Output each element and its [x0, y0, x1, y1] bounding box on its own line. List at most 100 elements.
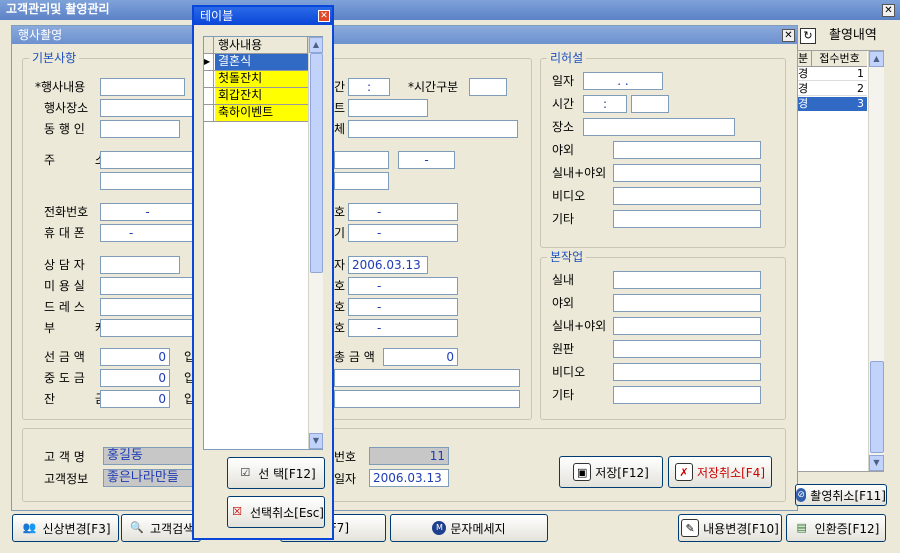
- deposit-field[interactable]: 0: [100, 348, 170, 366]
- label-mobile: 휴 대 폰: [44, 226, 85, 240]
- companion-field[interactable]: [100, 120, 180, 138]
- phone-field[interactable]: -: [100, 203, 195, 221]
- label-companion: 동 행 인: [44, 122, 85, 136]
- sms-label: 문자메세지: [450, 521, 506, 536]
- cancel-shoot-button[interactable]: ⊘ 촬영취소[F11]: [795, 484, 887, 506]
- popup-row-selected[interactable]: ▶ 결혼식: [204, 54, 308, 71]
- mobile-field[interactable]: -: [100, 224, 195, 242]
- m-inout-field[interactable]: [613, 317, 761, 335]
- history-cell-a: 경: [798, 97, 809, 110]
- history-cell-a: 경: [798, 67, 809, 80]
- history-row-selected[interactable]: 경3: [798, 97, 867, 111]
- label-middle: 중 도 금: [44, 371, 85, 385]
- bouquet-field[interactable]: [100, 319, 195, 337]
- addr-zip-field-2[interactable]: -: [398, 151, 455, 169]
- customer-info-field: 좋은나라만들: [103, 469, 193, 487]
- customer-date-field[interactable]: 2006.03.13: [369, 469, 449, 487]
- print-button[interactable]: ▤ 인환증[F12]: [786, 514, 886, 542]
- popup-row[interactable]: 회갑잔치: [204, 88, 308, 105]
- r-video-field[interactable]: [613, 187, 761, 205]
- scroll-down-icon[interactable]: ▼: [869, 455, 884, 471]
- save-button[interactable]: ▣ 저장[F12]: [559, 456, 663, 488]
- change-product-button[interactable]: 👥 신상변경[F3]: [12, 514, 119, 542]
- addr-zip-field[interactable]: [334, 151, 389, 169]
- main-work-group-title: 본작업: [547, 250, 587, 264]
- history-row[interactable]: 경1: [798, 67, 867, 81]
- history-cell-a: 경: [798, 82, 809, 95]
- row3-field[interactable]: [348, 120, 518, 138]
- m-indoor-field[interactable]: [613, 271, 761, 289]
- popup-deselect-button[interactable]: ☒ 선택취소[Esc]: [227, 496, 325, 528]
- in2-field[interactable]: [334, 390, 520, 408]
- r-mobile-field[interactable]: -: [348, 224, 458, 242]
- dress-field[interactable]: [100, 298, 195, 316]
- m-outdoor-field[interactable]: [613, 294, 761, 312]
- scroll-thumb[interactable]: [870, 361, 884, 453]
- popup-select-button[interactable]: ☑ 선 택[F12]: [227, 457, 325, 489]
- r-etc-field[interactable]: [613, 210, 761, 228]
- m-etc-field[interactable]: [613, 386, 761, 404]
- d1-field[interactable]: -: [348, 277, 458, 295]
- m-video-field[interactable]: [613, 363, 761, 381]
- m-original-field[interactable]: [613, 340, 761, 358]
- history-scrollbar[interactable]: ▲ ▼: [868, 51, 884, 471]
- label-counselor: 상 담 자: [44, 258, 85, 272]
- r-inout-field[interactable]: [613, 164, 761, 182]
- r-time-type-field[interactable]: [631, 95, 669, 113]
- d3-field[interactable]: -: [348, 319, 458, 337]
- popup-row[interactable]: 축하이벤트: [204, 105, 308, 122]
- r-phone-field[interactable]: -: [348, 203, 458, 221]
- event-field[interactable]: [100, 78, 185, 96]
- refresh-icon[interactable]: ↻: [800, 28, 816, 44]
- popup-scroll-down-icon[interactable]: ▼: [309, 433, 323, 449]
- address-field-2[interactable]: [100, 172, 195, 190]
- label-dress: 드 레 스: [44, 300, 85, 314]
- customer-search-button[interactable]: 🔍 고객검색: [121, 514, 201, 542]
- cancel-save-button[interactable]: ✗ 저장취소[F4]: [668, 456, 772, 488]
- change-product-label: 신상변경[F3]: [42, 521, 111, 536]
- cancel-shoot-icon: ⊘: [796, 488, 807, 502]
- popup-close-button[interactable]: ✕: [318, 10, 330, 22]
- time-type-field[interactable]: [469, 78, 507, 96]
- r-time-field[interactable]: :: [583, 95, 627, 113]
- balance-field[interactable]: 0: [100, 390, 170, 408]
- total-field[interactable]: 0: [383, 348, 458, 366]
- place-field[interactable]: [100, 99, 195, 117]
- popup-scroll-up-icon[interactable]: ▲: [309, 37, 323, 53]
- print-label: 인환증[F12]: [814, 521, 880, 536]
- d2-field[interactable]: -: [348, 298, 458, 316]
- label-beauty: 미 용 실: [44, 279, 85, 293]
- sms-button[interactable]: M 문자메세지: [390, 514, 548, 542]
- app-close-button[interactable]: ✕: [882, 4, 895, 17]
- row2-field[interactable]: [348, 99, 428, 117]
- beauty-field[interactable]: [100, 277, 195, 295]
- in1-field[interactable]: [334, 369, 520, 387]
- label-r-date: 일자: [552, 74, 575, 88]
- content-change-button[interactable]: ✎ 내용변경[F10]: [678, 514, 782, 542]
- cancel-save-label: 저장취소[F4]: [696, 465, 766, 480]
- history-row[interactable]: 경2: [798, 82, 867, 96]
- popup-row[interactable]: 첫돌잔치: [204, 71, 308, 88]
- r-date-field[interactable]: . .: [583, 72, 663, 90]
- label-row8-partial: 자: [334, 258, 346, 272]
- time-field[interactable]: :: [348, 78, 390, 96]
- history-header-a: 분: [798, 51, 812, 67]
- scroll-up-icon[interactable]: ▲: [869, 51, 884, 67]
- r-place-field[interactable]: [583, 118, 735, 136]
- label-customer-name: 고 객 명: [44, 450, 85, 464]
- inner-close-button[interactable]: ✕: [782, 29, 795, 42]
- counselor-field[interactable]: [100, 256, 180, 274]
- save-label: 저장[F12]: [595, 465, 649, 480]
- popup-row-indicator: [204, 71, 214, 87]
- cancel-shoot-label: 촬영취소[F11]: [810, 488, 886, 503]
- r-outdoor-field[interactable]: [613, 141, 761, 159]
- middle-field[interactable]: 0: [100, 369, 170, 387]
- popup-scrollbar[interactable]: ▲ ▼: [308, 37, 323, 449]
- popup-list-header: 행사내용: [204, 37, 308, 54]
- customer-no-field: 11: [369, 447, 449, 465]
- address-field-1[interactable]: [100, 151, 195, 169]
- date-field[interactable]: 2006.03.13: [348, 256, 428, 274]
- history-title: 촬영내역: [829, 28, 877, 43]
- addr-detail-field[interactable]: [334, 172, 389, 190]
- popup-scroll-thumb[interactable]: [310, 53, 323, 273]
